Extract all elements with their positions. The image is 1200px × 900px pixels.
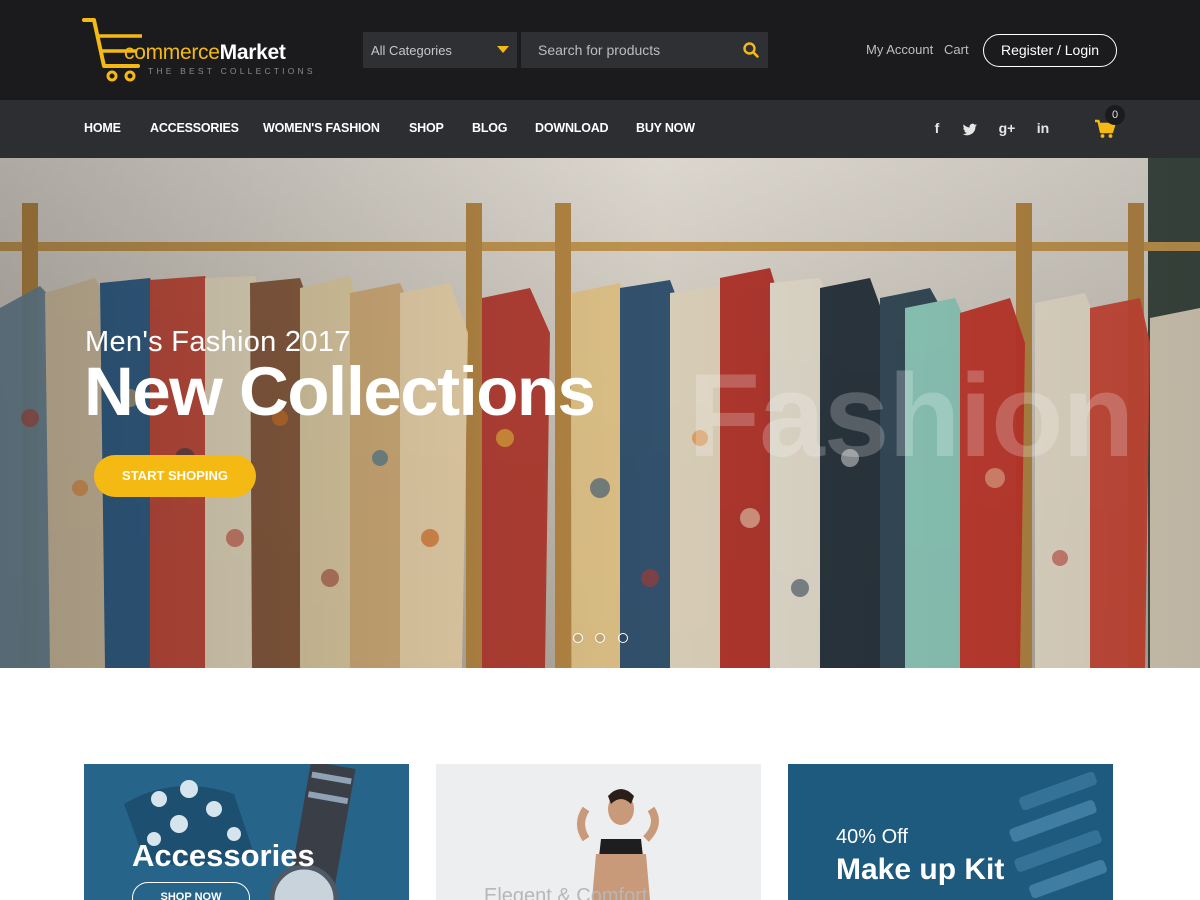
hero-slider: Men's Fashion 2017 New Collections Fashi… <box>0 158 1200 668</box>
promo-discount: 40% Off <box>836 826 908 848</box>
category-select-value: All Categories <box>371 43 452 58</box>
google-plus-icon[interactable]: g+ <box>997 120 1017 138</box>
promo-card-accessories[interactable]: Accessories SHOP NOW <box>84 764 409 900</box>
nav-item-shop[interactable]: SHOP <box>409 121 444 135</box>
nav-item-accessories[interactable]: ACCESSORIES <box>150 121 239 135</box>
nav-item-home[interactable]: HOME <box>84 121 121 135</box>
slider-dot-3[interactable] <box>618 633 628 643</box>
cart-count-badge: 0 <box>1105 105 1125 125</box>
hero-watermark: Fashion <box>688 350 1134 482</box>
search-icon[interactable] <box>742 41 760 59</box>
my-account-link[interactable]: My Account <box>866 42 933 57</box>
twitter-icon[interactable] <box>961 121 979 139</box>
promo-makeup-title: Make up Kit <box>836 853 1005 886</box>
logo-brand-main: Market <box>219 41 286 64</box>
search-bar <box>521 32 768 68</box>
shop-now-button[interactable]: SHOP NOW <box>132 882 250 900</box>
cart-link[interactable]: Cart <box>944 42 969 57</box>
promo-accessories-title: Accessories <box>132 838 315 873</box>
site-logo[interactable]: commerceMarket THE BEST COLLECTIONS <box>82 16 332 84</box>
logo-brand-prefix: commerce <box>124 41 220 64</box>
promo-card-elegent-comfort[interactable]: Elegent & Comfort <box>436 764 761 900</box>
nav-item-download[interactable]: DOWNLOAD <box>535 121 609 135</box>
facebook-icon[interactable]: f <box>928 120 946 138</box>
linkedin-icon[interactable]: in <box>1033 120 1053 138</box>
fitness-model-image <box>436 764 761 900</box>
start-shopping-button[interactable]: START SHOPING <box>94 455 256 497</box>
nav-item-blog[interactable]: BLOG <box>472 121 508 135</box>
slider-dot-1[interactable] <box>573 633 583 643</box>
register-login-button[interactable]: Register / Login <box>983 34 1117 67</box>
nav-item-buy-now[interactable]: BUY NOW <box>636 121 695 135</box>
category-select[interactable]: All Categories <box>363 32 517 68</box>
main-nav: HOME ACCESSORIES WOMEN'S FASHION SHOP BL… <box>0 100 1200 158</box>
logo-tagline: THE BEST COLLECTIONS <box>148 66 316 76</box>
top-header: commerceMarket THE BEST COLLECTIONS All … <box>0 0 1200 100</box>
promo-card-makeup-kit[interactable]: 40% Off Make up Kit <box>788 764 1113 900</box>
nav-item-womens-fashion[interactable]: WOMEN'S FASHION <box>263 121 380 135</box>
slider-dot-2[interactable] <box>595 633 605 643</box>
hero-title: New Collections <box>84 353 596 430</box>
promo-elegent-subtitle: Elegent & Comfort <box>484 885 648 900</box>
logo-brand: commerceMarket <box>124 41 286 65</box>
search-input[interactable] <box>521 32 731 68</box>
accessories-image <box>84 764 409 900</box>
caret-down-icon <box>497 46 509 53</box>
